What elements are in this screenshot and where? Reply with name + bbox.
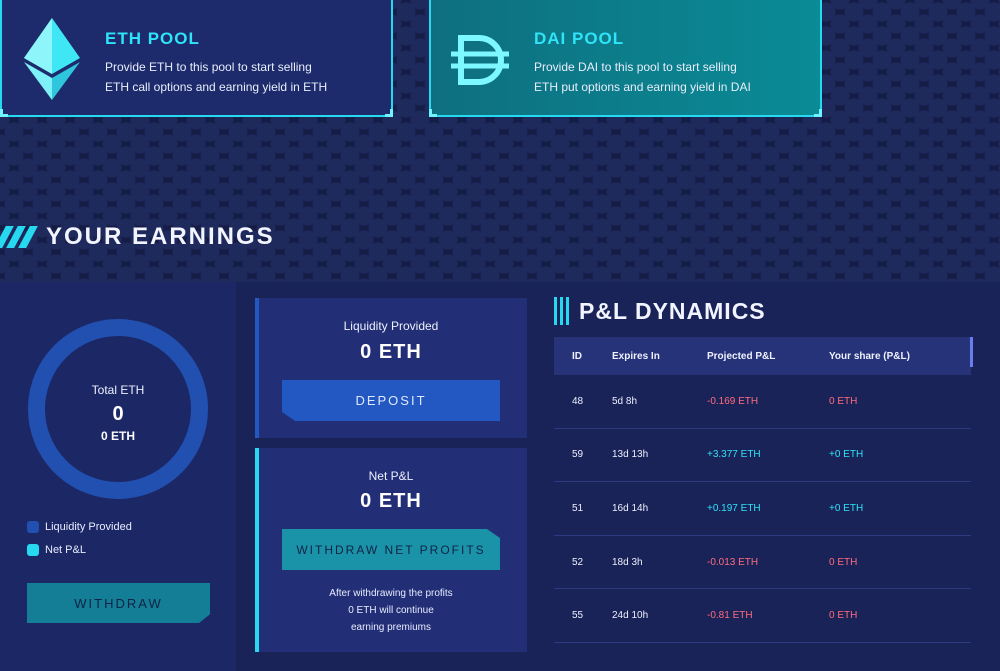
cell-expires: 5d 8h	[612, 395, 638, 407]
cell-expires: 18d 3h	[612, 556, 643, 568]
donut-sub-value: 0 ETH	[100, 429, 135, 443]
cell-share: 0 ETH	[829, 395, 858, 407]
dai-pool-description: Provide DAI to this pool to start sellin…	[534, 57, 814, 97]
header-share[interactable]: Your share (P&L)	[829, 351, 969, 362]
cell-expires: 24d 10h	[612, 610, 649, 622]
header-id[interactable]: ID	[554, 351, 612, 362]
deposit-button[interactable]: DEPOSIT	[282, 380, 500, 421]
withdraw-note: After withdrawing the profits 0 ETH will…	[255, 585, 527, 636]
cell-projected: -0.81 ETH	[707, 610, 753, 622]
dai-pool-title: DAI POOL	[534, 29, 625, 48]
netpl-label: Net P&L	[368, 469, 414, 483]
card-corner	[429, 109, 437, 117]
cell-projected: -0.169 ETH	[707, 395, 759, 407]
donut-label: Total ETH	[91, 383, 145, 397]
cell-id: 52	[572, 556, 584, 568]
legend-netpl: Net P&L	[27, 544, 86, 556]
table-header: ID Expires In Projected P&L Your share (…	[554, 337, 971, 375]
eth-pool-desc-line: ETH call options and earning yield in ET…	[105, 80, 328, 94]
note-line: earning premiums	[350, 622, 432, 633]
cell-expires: 13d 13h	[612, 449, 649, 461]
withdraw-button[interactable]: WITHDRAW	[27, 583, 210, 623]
cell-id: 51	[572, 502, 584, 514]
liquidity-label: Liquidity Provided	[343, 319, 439, 333]
ethereum-icon	[24, 18, 80, 105]
card-corner	[814, 109, 822, 117]
header-projected[interactable]: Projected P&L	[707, 351, 829, 362]
cell-share: +0 ETH	[829, 449, 864, 461]
cell-share: 0 ETH	[829, 556, 858, 568]
card-corner	[0, 109, 8, 117]
card-corner	[385, 109, 393, 117]
legend-swatch	[27, 544, 39, 556]
legend-label: Net P&L	[45, 544, 86, 556]
dai-pool-desc-line: Provide DAI to this pool to start sellin…	[534, 60, 737, 74]
cell-id: 59	[572, 449, 584, 461]
dai-pool-desc-line: ETH put options and earning yield in DAI	[534, 80, 751, 94]
cell-id: 55	[572, 610, 584, 622]
cell-projected: +3.377 ETH	[707, 449, 761, 461]
legend-liquidity: Liquidity Provided	[27, 521, 132, 533]
cell-expires: 16d 14h	[612, 502, 649, 514]
table-scrollbar[interactable]	[970, 337, 973, 367]
earnings-title: YOUR EARNINGS	[46, 223, 275, 250]
donut-value: 0	[112, 403, 124, 425]
eth-pool-description: Provide ETH to this pool to start sellin…	[105, 57, 385, 97]
earnings-header: YOUR EARNINGS	[0, 222, 275, 252]
table-row[interactable]: 59 13d 13h +3.377 ETH +0 ETH	[554, 429, 971, 483]
table-row[interactable]: 51 16d 14h +0.197 ETH +0 ETH	[554, 482, 971, 536]
legend-swatch	[27, 521, 39, 533]
cell-projected: +0.197 ETH	[707, 502, 761, 514]
cell-share: +0 ETH	[829, 502, 864, 514]
legend-label: Liquidity Provided	[45, 521, 132, 533]
pl-table: ID Expires In Projected P&L Your share (…	[554, 337, 971, 643]
note-line: After withdrawing the profits	[329, 588, 453, 599]
table-row[interactable]: 52 18d 3h -0.013 ETH 0 ETH	[554, 536, 971, 590]
eth-pool-title: ETH POOL	[105, 29, 200, 48]
header-expires[interactable]: Expires In	[612, 351, 707, 362]
dai-icon	[449, 34, 511, 91]
table-row[interactable]: 55 24d 10h -0.81 ETH 0 ETH	[554, 589, 971, 643]
netpl-value: 0 ETH	[360, 490, 422, 512]
table-row[interactable]: 48 5d 8h -0.169 ETH 0 ETH	[554, 375, 971, 429]
withdraw-net-profits-button[interactable]: WITHDRAW NET PROFITS	[282, 529, 500, 570]
note-line: 0 ETH will continue	[348, 605, 434, 616]
cell-projected: -0.013 ETH	[707, 556, 759, 568]
pl-dynamics-header: P&L DYNAMICS	[554, 297, 766, 325]
liquidity-value: 0 ETH	[360, 341, 422, 363]
slash-decoration-icon	[0, 226, 38, 248]
eth-pool-desc-line: Provide ETH to this pool to start sellin…	[105, 60, 312, 74]
cell-id: 48	[572, 395, 584, 407]
cell-share: 0 ETH	[829, 610, 858, 622]
pl-dynamics-title: P&L DYNAMICS	[579, 297, 766, 324]
bars-decoration-icon	[554, 297, 569, 325]
eth-pool-card[interactable]: ETH POOL Provide ETH to this pool to sta…	[0, 0, 393, 117]
